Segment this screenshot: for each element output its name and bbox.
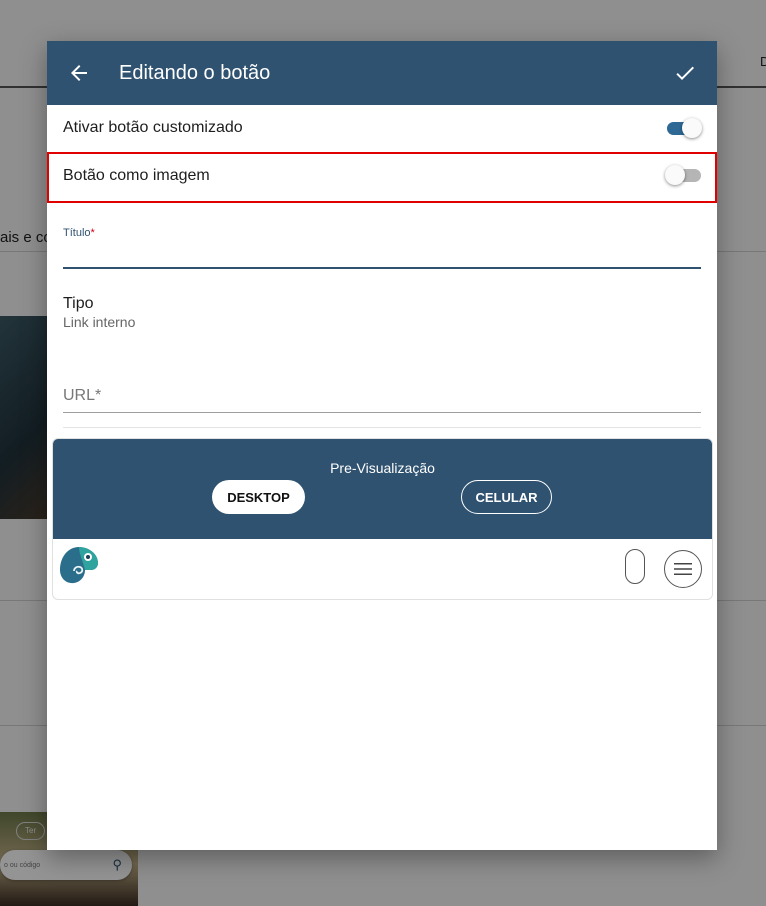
custom-button-toggle[interactable] <box>665 118 702 138</box>
search-pill[interactable] <box>625 549 645 584</box>
url-placeholder: URL* <box>63 387 102 404</box>
edit-button-dialog: Editando o botão Ativar botão customizad… <box>47 41 717 850</box>
preview-navbar <box>53 539 712 598</box>
url-field[interactable]: URL* <box>63 387 701 413</box>
preview-label: Pre-Visualização <box>330 460 435 476</box>
desktop-button[interactable]: DESKTOP <box>212 480 305 514</box>
custom-button-row: Ativar botão customizado <box>47 105 717 151</box>
custom-button-label: Ativar botão customizado <box>63 119 243 136</box>
required-mark: * <box>90 227 95 239</box>
toggle-thumb <box>665 165 685 185</box>
url-underline <box>63 412 701 413</box>
image-button-row: Botão como imagem <box>47 152 717 203</box>
title-field-label: Título* <box>63 227 95 239</box>
hamburger-menu-icon[interactable] <box>664 550 702 588</box>
celular-button[interactable]: CELULAR <box>461 480 552 514</box>
chameleon-logo <box>60 547 98 584</box>
check-icon[interactable] <box>673 61 697 85</box>
image-button-toggle[interactable] <box>665 165 701 185</box>
type-value: Link interno <box>63 314 136 330</box>
arrow-left-icon[interactable] <box>67 61 91 85</box>
preview-panel: Pre-Visualização DESKTOP CELULAR <box>52 438 713 600</box>
type-selector[interactable]: Tipo Link interno <box>63 295 135 330</box>
image-button-label: Botão como imagem <box>63 167 210 184</box>
menu-lines <box>674 563 692 575</box>
toggle-thumb <box>682 118 702 138</box>
section-divider <box>63 427 701 428</box>
title-input[interactable] <box>63 245 701 269</box>
title-field: Título* <box>63 227 701 269</box>
preview-header: Pre-Visualização DESKTOP CELULAR <box>53 439 712 539</box>
type-label: Tipo <box>63 295 94 312</box>
dialog-header: Editando o botão <box>47 41 717 105</box>
dialog-title: Editando o botão <box>119 61 271 84</box>
